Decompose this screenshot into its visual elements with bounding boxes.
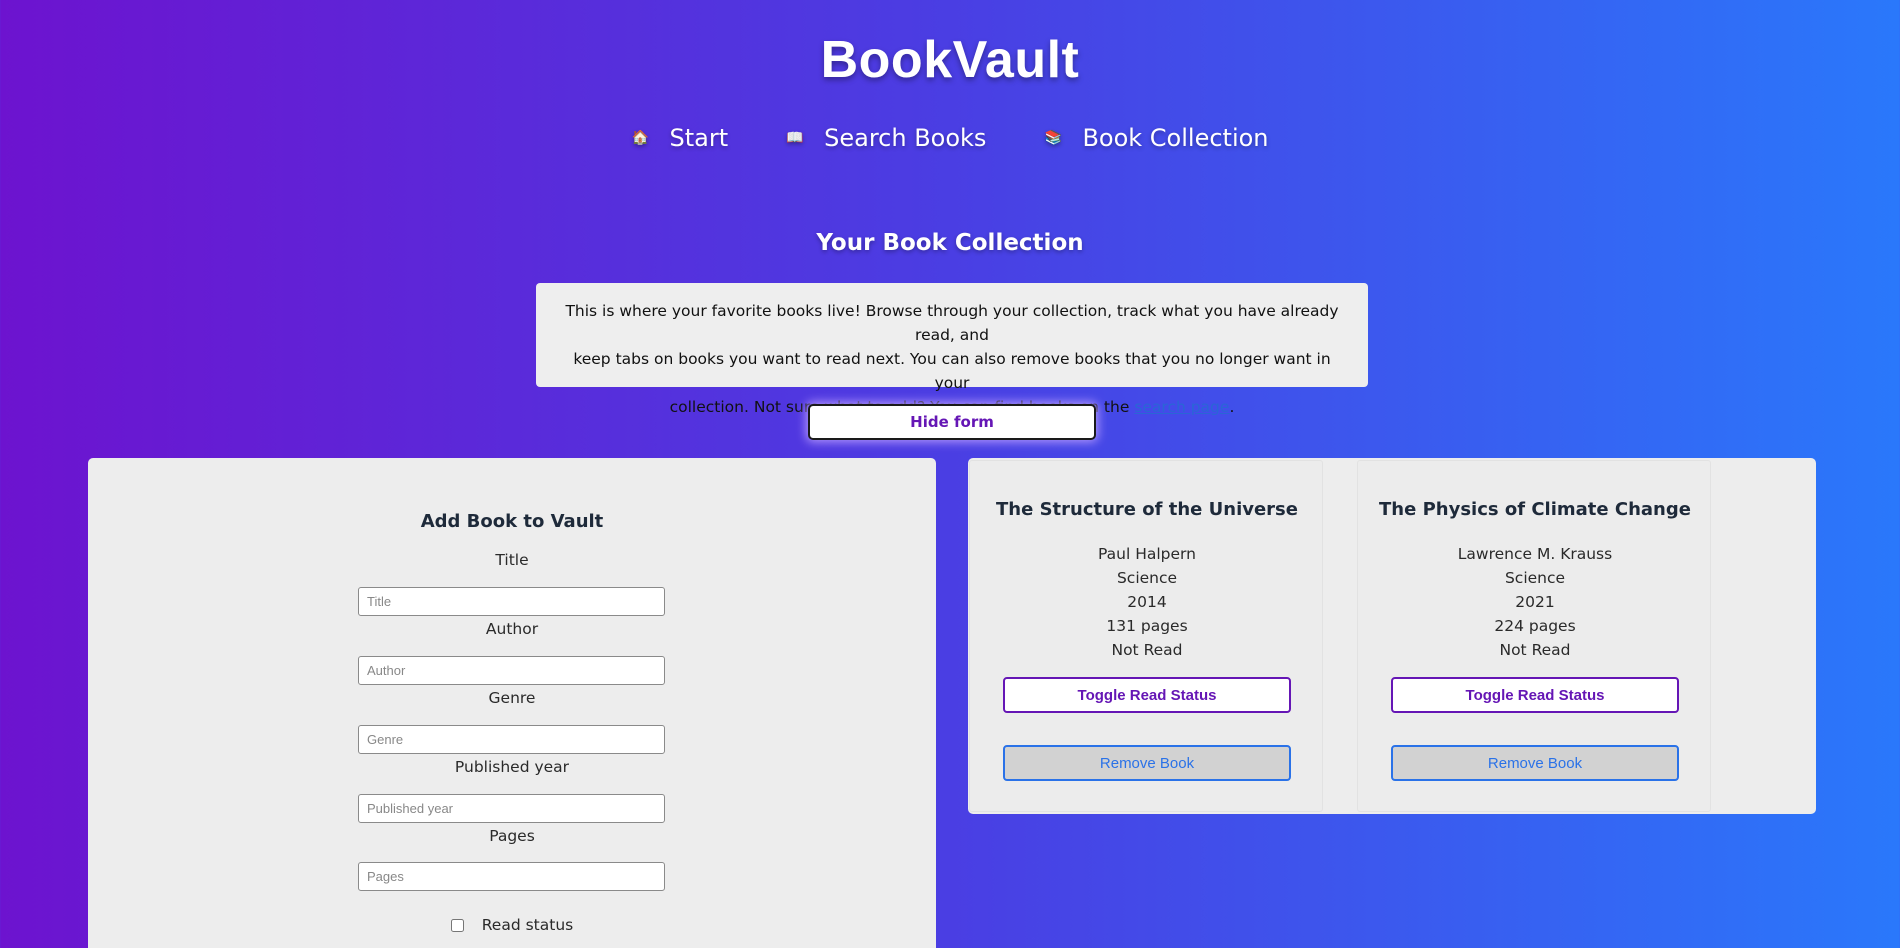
book-card: The Physics of Climate Change Lawrence M…	[1357, 460, 1711, 812]
read-status-label: Read status	[481, 916, 574, 934]
app-title: BookVault	[820, 31, 1080, 89]
book-read-status: Not Read	[1111, 641, 1183, 659]
genre-label: Genre	[488, 689, 536, 707]
book-card: The Structure of the Universe Paul Halpe…	[969, 460, 1323, 812]
books-icon: 📚	[1044, 130, 1062, 146]
book-title: The Structure of the Universe	[996, 499, 1298, 520]
toggle-read-status-button[interactable]: Toggle Read Status	[1391, 677, 1679, 713]
hide-form-button[interactable]: Hide form	[808, 404, 1096, 440]
remove-book-button[interactable]: Remove Book	[1003, 745, 1291, 781]
intro-text-line: keep tabs on books you want to read next…	[573, 350, 1331, 392]
book-author: Lawrence M. Krauss	[1457, 545, 1613, 563]
book-genre: Science	[1504, 569, 1566, 587]
genre-input[interactable]	[358, 725, 665, 754]
published-year-input[interactable]	[358, 794, 665, 823]
form-title: Add Book to Vault	[420, 511, 604, 532]
nav-item-label: Start	[669, 124, 729, 152]
pages-input[interactable]	[358, 862, 665, 891]
book-pages: 131 pages	[1106, 617, 1188, 635]
book-open-icon: 📖	[786, 130, 804, 146]
author-label: Author	[485, 620, 539, 638]
intro-box: This is where your favorite books live! …	[536, 283, 1368, 416]
nav-item-label: Search Books	[824, 124, 987, 152]
pages-label: Pages	[489, 827, 535, 845]
search-page-link[interactable]: search page	[1134, 398, 1229, 416]
read-status-checkbox[interactable]	[450, 918, 464, 932]
book-read-status: Not Read	[1499, 641, 1571, 659]
page-title: Your Book Collection	[816, 230, 1084, 256]
book-year: 2021	[1515, 593, 1555, 611]
book-title: The Physics of Climate Change	[1379, 499, 1691, 520]
nav-item-label: Book Collection	[1082, 124, 1269, 152]
published-year-label: Published year	[454, 758, 570, 776]
author-input[interactable]	[358, 656, 665, 685]
main-nav: 🏠 Start 📖 Search Books 📚 Book Collection	[0, 124, 1900, 152]
book-pages: 224 pages	[1494, 617, 1576, 635]
nav-item-search-books[interactable]: 📖 Search Books	[786, 124, 986, 152]
home-icon: 🏠	[631, 130, 649, 146]
toggle-read-status-button[interactable]: Toggle Read Status	[1003, 677, 1291, 713]
book-genre: Science	[1116, 569, 1178, 587]
book-year: 2014	[1127, 593, 1167, 611]
nav-item-book-collection[interactable]: 📚 Book Collection	[1044, 124, 1268, 152]
book-list: The Structure of the Universe Paul Halpe…	[968, 458, 1816, 814]
nav-item-start[interactable]: 🏠 Start	[631, 124, 728, 152]
remove-book-button[interactable]: Remove Book	[1391, 745, 1679, 781]
book-author: Paul Halpern	[1098, 545, 1196, 563]
intro-text-line: This is where your favorite books live! …	[565, 302, 1339, 344]
title-input[interactable]	[358, 587, 665, 616]
add-book-form: Add Book to Vault Title Author Genre Pub…	[88, 458, 936, 948]
intro-text: .	[1229, 398, 1235, 416]
title-label: Title	[495, 551, 529, 569]
read-status-row: Read status	[88, 916, 936, 934]
